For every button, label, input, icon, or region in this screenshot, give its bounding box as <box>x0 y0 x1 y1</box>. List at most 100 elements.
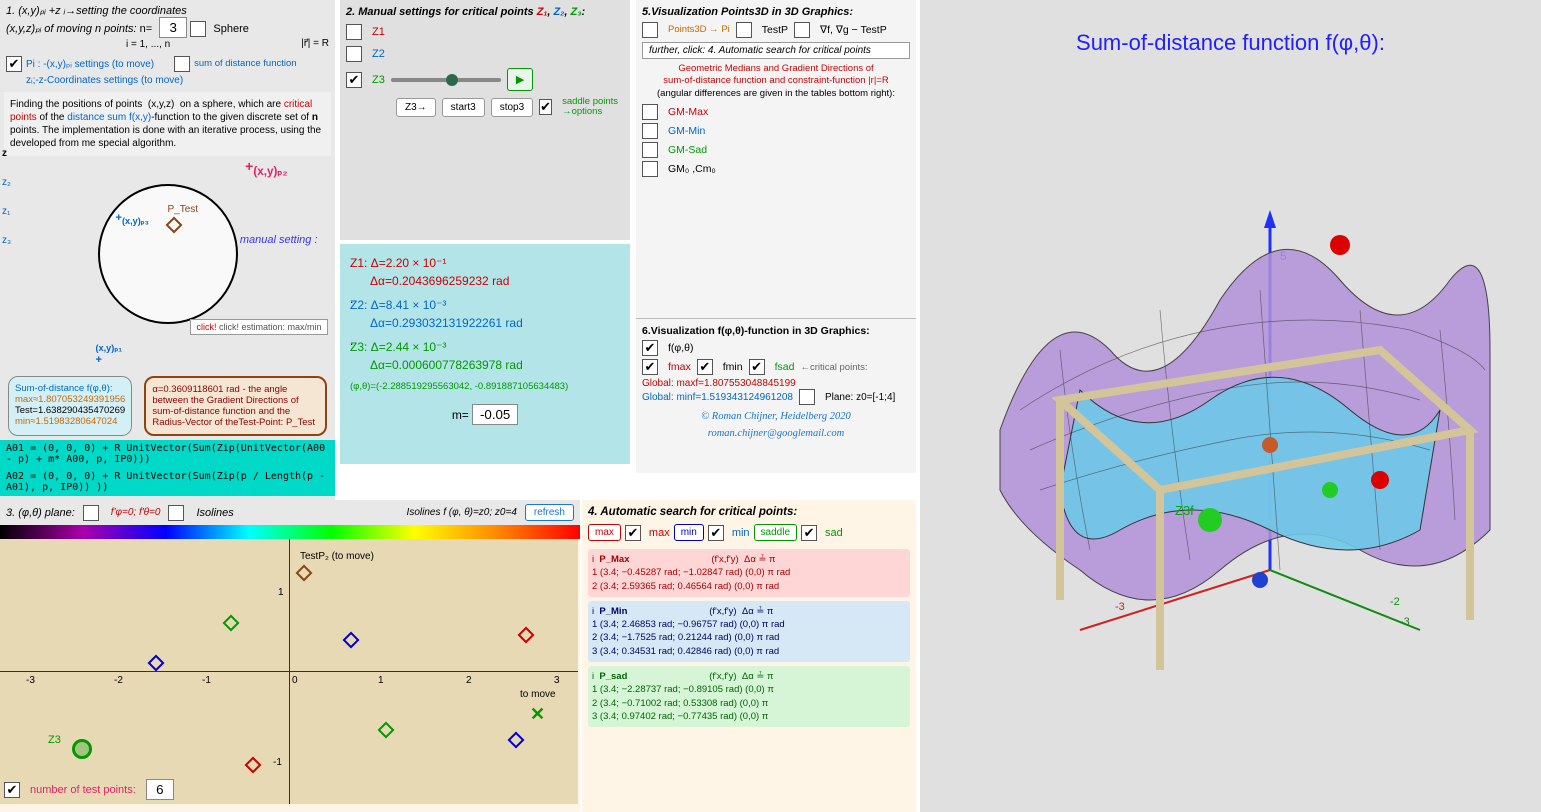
point-p3[interactable]: +(x,y)ₚ₃ <box>116 212 149 227</box>
p5-row1: Points3D → Pi TestP ∇f, ∇g − TestP <box>642 22 910 38</box>
ntp-checkbox[interactable] <box>4 782 20 798</box>
panel-3d-view[interactable]: Sum-of-distance function f(φ,θ): 5 -3 -2… <box>920 0 1541 812</box>
plane-label: Plane: z0=[-1;4] <box>825 392 895 403</box>
z-axis-arrow <box>1264 210 1276 228</box>
phi-theta-value: (φ,θ)=(-2.288519295563042, -0.8918871056… <box>350 380 620 394</box>
p4-controls: max max min min saddle sad <box>588 524 910 541</box>
fmax-checkbox[interactable] <box>642 359 658 375</box>
gm-max-label: GM-Max <box>668 106 708 118</box>
nabla-label: ∇f, ∇g − TestP <box>820 24 887 36</box>
z3-tick[interactable]: z₃ <box>2 235 11 246</box>
color-scale <box>0 525 580 539</box>
code-a02: A02 = (0, 0, 0) + R UnitVector(Sum(Zip(p… <box>0 468 335 496</box>
max-btn[interactable]: max <box>588 524 621 541</box>
gm-min-checkbox[interactable] <box>642 123 658 139</box>
z1-row: Z1 <box>346 24 624 40</box>
z1-checkbox[interactable] <box>346 24 362 40</box>
z1-tick[interactable]: z₁ <box>2 206 11 217</box>
saddle-opt-checkbox[interactable] <box>539 99 552 115</box>
credit-line2: roman.chijner@googlemail.com <box>642 428 910 439</box>
z1-delta: Z1: Δ=2.20 × 10⁻¹ <box>350 254 620 272</box>
z3-circle[interactable] <box>72 739 92 759</box>
nabla-checkbox[interactable] <box>794 22 810 38</box>
testp2-marker[interactable] <box>296 565 313 582</box>
global-max: Global: maxf=1.807553048845199 <box>642 378 910 389</box>
cp-highlight: critical points <box>10 99 312 123</box>
arrow-cp-label: ←critical points: <box>800 362 867 373</box>
ntp-input[interactable] <box>146 779 174 800</box>
sad-text: sad <box>825 527 843 539</box>
z2-dalpha: Δα=0.293032131922261 rad <box>370 314 620 332</box>
min-text: min <box>732 527 750 539</box>
points3d-checkbox[interactable] <box>642 22 658 38</box>
gm-max-checkbox[interactable] <box>642 104 658 120</box>
fmax-point-1 <box>1330 235 1350 255</box>
f-checkbox[interactable] <box>642 340 658 356</box>
xtick--2: -2 <box>114 675 123 686</box>
z3-slider-thumb[interactable] <box>446 74 458 86</box>
tbl-sad-row-1: 1 (3.4; −2.28737 rad; −0.89105 rad) (0,0… <box>592 683 906 696</box>
gm0-checkbox[interactable] <box>642 161 658 177</box>
z-axis-label: z <box>2 148 11 159</box>
fmax-point-2 <box>1371 471 1389 489</box>
p3-header: 3. (φ,θ) plane: f'φ=0; f'θ=0 Isolines Is… <box>0 500 580 525</box>
gm-sad-checkbox[interactable] <box>642 142 658 158</box>
z3-label: Z3 <box>372 74 385 86</box>
estimation-button[interactable]: click! click! estimation: max/min <box>190 319 327 335</box>
z3-goto-button[interactable]: Z3→ <box>396 98 436 117</box>
r-eq: |r⃗| = R <box>301 38 329 49</box>
n-input[interactable] <box>159 17 187 38</box>
m-input[interactable] <box>472 404 518 425</box>
stop3-button[interactable]: stop3 <box>491 98 533 117</box>
z3-delta: Z3: Δ=2.44 × 10⁻³ <box>350 338 620 356</box>
z2-label: Z2 <box>372 48 385 60</box>
circle-plot[interactable]: +(x,y)ₚ₂ +(x,y)ₚ₃ P_Test (x,y)ₚ₁+ manual… <box>68 164 268 364</box>
xtick-0: 0 <box>292 675 298 686</box>
sphere-label: Sphere <box>213 23 248 35</box>
credit-line1: © Roman Chijner, Heidelberg 2020 <box>642 411 910 422</box>
panel-2-results: Z1: Δ=2.20 × 10⁻¹ Δα=0.2043696259232 rad… <box>340 244 630 464</box>
point-p2[interactable]: +(x,y)ₚ₂ <box>245 158 287 178</box>
pi-settings-row: Pi : -(x,y)ₚᵢ settings (to move) sum of … <box>0 54 335 74</box>
z3-slider[interactable] <box>391 78 501 82</box>
saddle-btn[interactable]: saddle <box>754 524 797 541</box>
fsad-point-1 <box>1198 508 1222 532</box>
sum-dist-checkbox[interactable] <box>174 56 190 72</box>
point-p1[interactable]: (x,y)ₚ₁+ <box>96 339 123 366</box>
zi-settings-label: zᵢ;-z-Coordinates settings (to move) <box>26 75 183 86</box>
x-tick: -3 <box>1115 601 1125 613</box>
fmin-checkbox[interactable] <box>697 359 713 375</box>
to-move-x[interactable]: ✕ <box>530 704 545 725</box>
tbl-min-row-3: 3 (3.4; 0.34531 rad; 0.42846 rad) (0,0) … <box>592 645 906 658</box>
panel-2-manual: 2. Manual settings for critical points Z… <box>340 0 630 240</box>
global-min: Global: minf=1.519343124961208 <box>642 392 793 403</box>
min-checkbox[interactable] <box>708 525 724 541</box>
sad-checkbox[interactable] <box>801 525 817 541</box>
max-checkbox[interactable] <box>625 525 641 541</box>
testp-checkbox[interactable] <box>736 22 752 38</box>
sphere-checkbox[interactable] <box>190 21 206 37</box>
z3-checkbox[interactable] <box>346 72 362 88</box>
tbl-min-row-2: 2 (3.4; −1.7525 rad; 0.21244 rad) (0,0) … <box>592 631 906 644</box>
isolines-label: Isolines <box>196 507 233 519</box>
fsad-checkbox[interactable] <box>749 359 765 375</box>
z2-tick[interactable]: z₂ <box>2 177 11 188</box>
refresh-button[interactable]: refresh <box>525 504 574 521</box>
start3-button[interactable]: start3 <box>442 98 485 117</box>
isolines-checkbox[interactable] <box>168 505 184 521</box>
points3d-label: Points3D → Pi <box>668 25 730 35</box>
z2-row: Z2 <box>346 46 624 62</box>
z3-plot-label: Z3 <box>48 734 61 746</box>
gm-min-label: GM-Min <box>668 125 705 137</box>
tbl-sad-row-3: 3 (3.4; 0.97402 rad; −0.77435 rad) (0,0)… <box>592 710 906 723</box>
surface-3d[interactable]: 5 -3 -2 -3 <box>960 150 1500 700</box>
fphi-checkbox[interactable] <box>83 505 99 521</box>
min-btn[interactable]: min <box>674 524 704 541</box>
z2-checkbox[interactable] <box>346 46 362 62</box>
max-marker-2 <box>245 757 262 774</box>
xtick--3: -3 <box>26 675 35 686</box>
pi-settings-checkbox[interactable] <box>6 56 22 72</box>
phi-theta-plot[interactable]: TestP₂ (to move) ✕ to move Z3 -3 -2 -1 0… <box>0 539 578 804</box>
play-button[interactable]: ▶ <box>507 68 533 91</box>
plane-checkbox[interactable] <box>799 389 815 405</box>
